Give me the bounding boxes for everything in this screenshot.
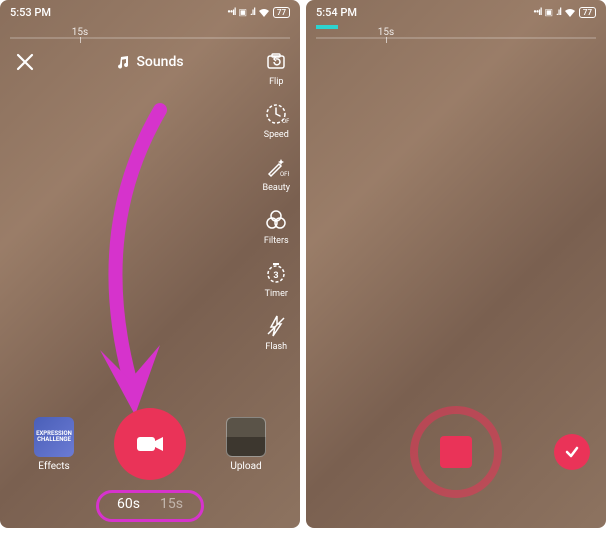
camera-screen-recording: 5:54 PM ••ıl ▣ .ıl 77 15s bbox=[306, 0, 606, 528]
battery-icon: 77 bbox=[273, 7, 290, 18]
close-button[interactable] bbox=[16, 53, 34, 71]
wifi-icon bbox=[564, 8, 576, 18]
volte-icon: ▣ bbox=[544, 8, 553, 18]
duration-picker[interactable]: 60s 15s bbox=[0, 490, 300, 518]
flip-icon bbox=[263, 48, 289, 74]
filters-icon bbox=[263, 207, 289, 233]
wifi-icon bbox=[258, 8, 270, 18]
speed-tool[interactable]: OFF Speed bbox=[263, 101, 289, 140]
sounds-label: Sounds bbox=[136, 54, 183, 70]
flash-tool[interactable]: Flash bbox=[263, 313, 289, 352]
speed-icon: OFF bbox=[263, 101, 289, 127]
confirm-button[interactable] bbox=[554, 434, 590, 470]
status-indicators: ••ıl ▣ .ıl 77 bbox=[533, 7, 596, 18]
timeline-label: 15s bbox=[72, 27, 88, 38]
flip-tool[interactable]: Flip bbox=[263, 48, 289, 87]
sounds-button[interactable]: Sounds bbox=[116, 54, 183, 70]
camera-tools-sidebar: Flip OFF Speed OFF Beauty Filters 3 Time… bbox=[263, 48, 290, 352]
signal2-icon: .ıl bbox=[556, 7, 561, 18]
recording-timeline: 15s bbox=[316, 27, 596, 45]
record-button[interactable] bbox=[114, 408, 186, 480]
camera-icon bbox=[136, 434, 164, 454]
status-bar: 5:53 PM ••ıl ▣ .ıl 77 bbox=[0, 0, 300, 25]
stop-record-button[interactable] bbox=[410, 406, 502, 498]
camera-screen-idle: 5:53 PM ••ıl ▣ .ıl 77 15s Sounds bbox=[0, 0, 300, 528]
volte-icon: ▣ bbox=[238, 8, 247, 18]
duration-60s[interactable]: 60s bbox=[117, 496, 140, 512]
timer-icon: 3 bbox=[263, 260, 289, 286]
status-time: 5:53 PM bbox=[10, 6, 51, 19]
signal-icon: ••ıl bbox=[533, 7, 541, 18]
signal-icon: ••ıl bbox=[227, 7, 235, 18]
upload-button[interactable]: Upload bbox=[226, 417, 266, 472]
beauty-icon: OFF bbox=[263, 154, 289, 180]
status-time: 5:54 PM bbox=[316, 6, 357, 19]
beauty-tool[interactable]: OFF Beauty bbox=[263, 154, 290, 193]
status-bar: 5:54 PM ••ıl ▣ .ıl 77 bbox=[306, 0, 606, 25]
stop-icon bbox=[440, 436, 472, 468]
status-indicators: ••ıl ▣ .ıl 77 bbox=[227, 7, 290, 18]
svg-text:OFF: OFF bbox=[280, 171, 289, 178]
duration-15s[interactable]: 15s bbox=[160, 496, 183, 512]
signal2-icon: .ıl bbox=[250, 7, 255, 18]
timeline-label: 15s bbox=[378, 27, 394, 38]
check-icon bbox=[564, 444, 580, 460]
music-icon bbox=[116, 55, 130, 69]
effects-thumbnail: EXPRESSIONCHALLENGE bbox=[34, 417, 74, 457]
battery-icon: 77 bbox=[579, 7, 596, 18]
flash-icon bbox=[263, 313, 289, 339]
svg-text:OFF: OFF bbox=[282, 118, 289, 125]
upload-thumbnail bbox=[226, 417, 266, 457]
svg-text:3: 3 bbox=[274, 271, 279, 281]
annotation-arrow bbox=[60, 100, 210, 430]
timer-tool[interactable]: 3 Timer bbox=[263, 260, 289, 299]
filters-tool[interactable]: Filters bbox=[263, 207, 289, 246]
recording-timeline: 15s bbox=[10, 27, 290, 45]
effects-button[interactable]: EXPRESSIONCHALLENGE Effects bbox=[34, 417, 74, 472]
recording-progress bbox=[316, 25, 338, 29]
